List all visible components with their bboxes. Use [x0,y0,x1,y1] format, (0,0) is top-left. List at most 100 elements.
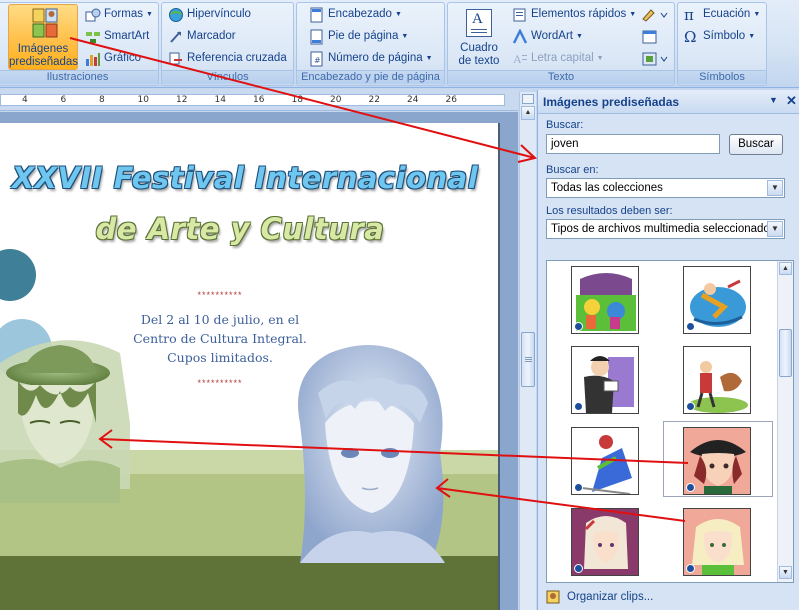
chevron-down-icon: ▼ [401,33,409,40]
chevron-down-icon: ▼ [596,55,604,62]
clipart-thumbnail-selected[interactable] [683,427,751,495]
calendar-icon [642,30,657,44]
web-clip-icon [574,322,583,331]
chevron-down-icon: ▼ [575,33,583,40]
document-scrollbar[interactable]: ▲ [519,92,536,610]
ruler-mark: 12 [176,95,188,105]
textbox-label-2: de texto [458,55,500,67]
scroll-up-button[interactable]: ▲ [521,106,535,120]
organize-clips-icon [546,590,560,604]
shapes-icon [85,7,101,23]
scroll-thumb[interactable] [521,332,535,387]
search-input[interactable]: joven [546,134,720,154]
chart-button[interactable]: Gráfico [85,49,141,68]
flyer-title-line2: de Arte y Cultura [95,212,385,246]
chevron-down-icon[interactable]: ▼ [767,180,783,196]
chevron-down-icon: ▼ [394,11,402,18]
group-header-footer: Encabezado ▼ Pie de página ▼ # Número de p… [296,2,445,86]
chevron-down-icon[interactable]: ▼ [767,221,783,237]
bookmark-label: Marcador [187,30,236,42]
info-line-1: Del 2 al 10 de julio, en el [140,312,300,327]
organize-clips-link[interactable]: Organizar clips... [546,590,653,604]
clipart-button[interactable]: Imágenes prediseñadas [8,4,78,70]
textbox-icon: A [466,9,492,37]
header-button[interactable]: Encabezado ▼ [309,5,402,24]
horizontal-ruler[interactable]: 4 6 8 10 12 14 16 18 20 22 24 26 [0,89,518,111]
shapes-button[interactable]: Formas ▼ [85,5,153,24]
drop-cap-button[interactable]: A Letra capital ▼ [512,49,604,68]
globe-icon [168,7,184,23]
symbol-label: Símbolo [703,30,746,42]
clipart-thumbnail[interactable] [571,508,639,576]
clipart-thumbnail[interactable] [683,266,751,334]
results-scroll-down[interactable]: ▼ [779,566,792,579]
pane-footer: Organizar clips... [538,586,799,610]
clipart-thumbnail[interactable] [683,508,751,576]
drop-cap-label: Letra capital [531,52,594,64]
web-clip-icon [574,564,583,573]
date-time-button[interactable] [641,29,661,45]
page-number-button[interactable]: # Número de página ▼ [309,49,433,68]
clipart-task-pane: Imágenes prediseñadas ▼ ✕ Buscar: joven … [537,90,799,610]
crossref-button[interactable]: Referencia cruzada [168,49,287,68]
clipart-thumbnail[interactable] [571,346,639,414]
ruler-mark: 10 [137,95,149,105]
crossref-icon [168,51,184,67]
ruler-mark: 26 [445,95,457,105]
search-button[interactable]: Buscar [729,134,783,155]
search-in-select[interactable]: Todas las colecciones ▼ [546,178,785,198]
footer-label: Pie de página [328,30,399,42]
results-scroll-thumb[interactable] [779,329,792,377]
girl-clipart [298,345,445,563]
smartart-icon [85,29,101,45]
equation-button[interactable]: π Ecuación ▼ [684,5,760,24]
group-links: Hipervínculo Marcador Referencia cruzada… [161,2,294,86]
header-icon [309,7,325,23]
close-icon[interactable]: ✕ [786,93,797,109]
clipart-label-2: prediseñadas [9,56,79,68]
hyperlink-button[interactable]: Hipervínculo [168,5,251,24]
ruler-mark: 24 [407,95,419,105]
signature-line-button[interactable] [641,7,671,23]
results-type-select[interactable]: Tipos de archivos multimedia seleccionad… [546,219,785,239]
ribbon: Imágenes prediseñadas Formas ▼ SmartArt G… [0,0,799,88]
decor-circle-dark [0,249,36,301]
group-label-links: Vínculos [162,70,293,84]
wordart-icon [512,27,528,45]
footer-button[interactable]: Pie de página ▼ [309,27,408,46]
scroll-split-icon[interactable] [522,94,534,104]
wordart-button[interactable]: WordArt ▼ [512,27,583,46]
group-label-text: Texto [448,70,674,84]
quick-parts-icon [512,7,528,23]
object-button[interactable] [641,51,671,67]
bookmark-icon [168,29,184,45]
web-clip-icon [574,402,583,411]
info-line-2: Centro de Cultura Integral. [133,331,307,346]
stars-bottom: ********** [197,378,243,388]
document-page[interactable]: XXVII Festival Internacional de Arte y C… [0,123,500,610]
bookmark-button[interactable]: Marcador [168,27,236,46]
page-number-icon: # [309,51,325,67]
search-in-label: Buscar en: [546,164,599,176]
textbox-button[interactable]: A Cuadro de texto [452,5,506,69]
pane-header: Imágenes prediseñadas ▼ ✕ [538,90,799,114]
wordart-label: WordArt [531,30,573,42]
group-symbols: π Ecuación ▼ Ω Símbolo ▼ Símbolos [677,2,767,86]
web-clip-icon [686,483,695,492]
flyer-title-line1: XXVII Festival Internacional [11,161,479,195]
page-number-label: Número de página [328,52,423,64]
symbol-button[interactable]: Ω Símbolo ▼ [684,27,755,46]
pane-menu-button[interactable]: ▼ [769,95,778,105]
ruler-mark: 4 [22,95,28,105]
group-text: A Cuadro de texto Elementos rápidos ▼ Wor… [447,2,675,86]
ruler-mark: 8 [99,95,105,105]
clipart-thumbnail[interactable] [571,427,639,495]
clipart-thumbnail[interactable] [571,266,639,334]
quick-parts-button[interactable]: Elementos rápidos ▼ [512,5,636,24]
results-scrollbar[interactable]: ▲ ▼ [777,261,793,582]
quick-parts-label: Elementos rápidos [531,8,627,20]
results-list: ▲ ▼ [546,260,794,583]
results-scroll-up[interactable]: ▲ [779,262,792,275]
smartart-button[interactable]: SmartArt [85,27,149,46]
clipart-thumbnail[interactable] [683,346,751,414]
